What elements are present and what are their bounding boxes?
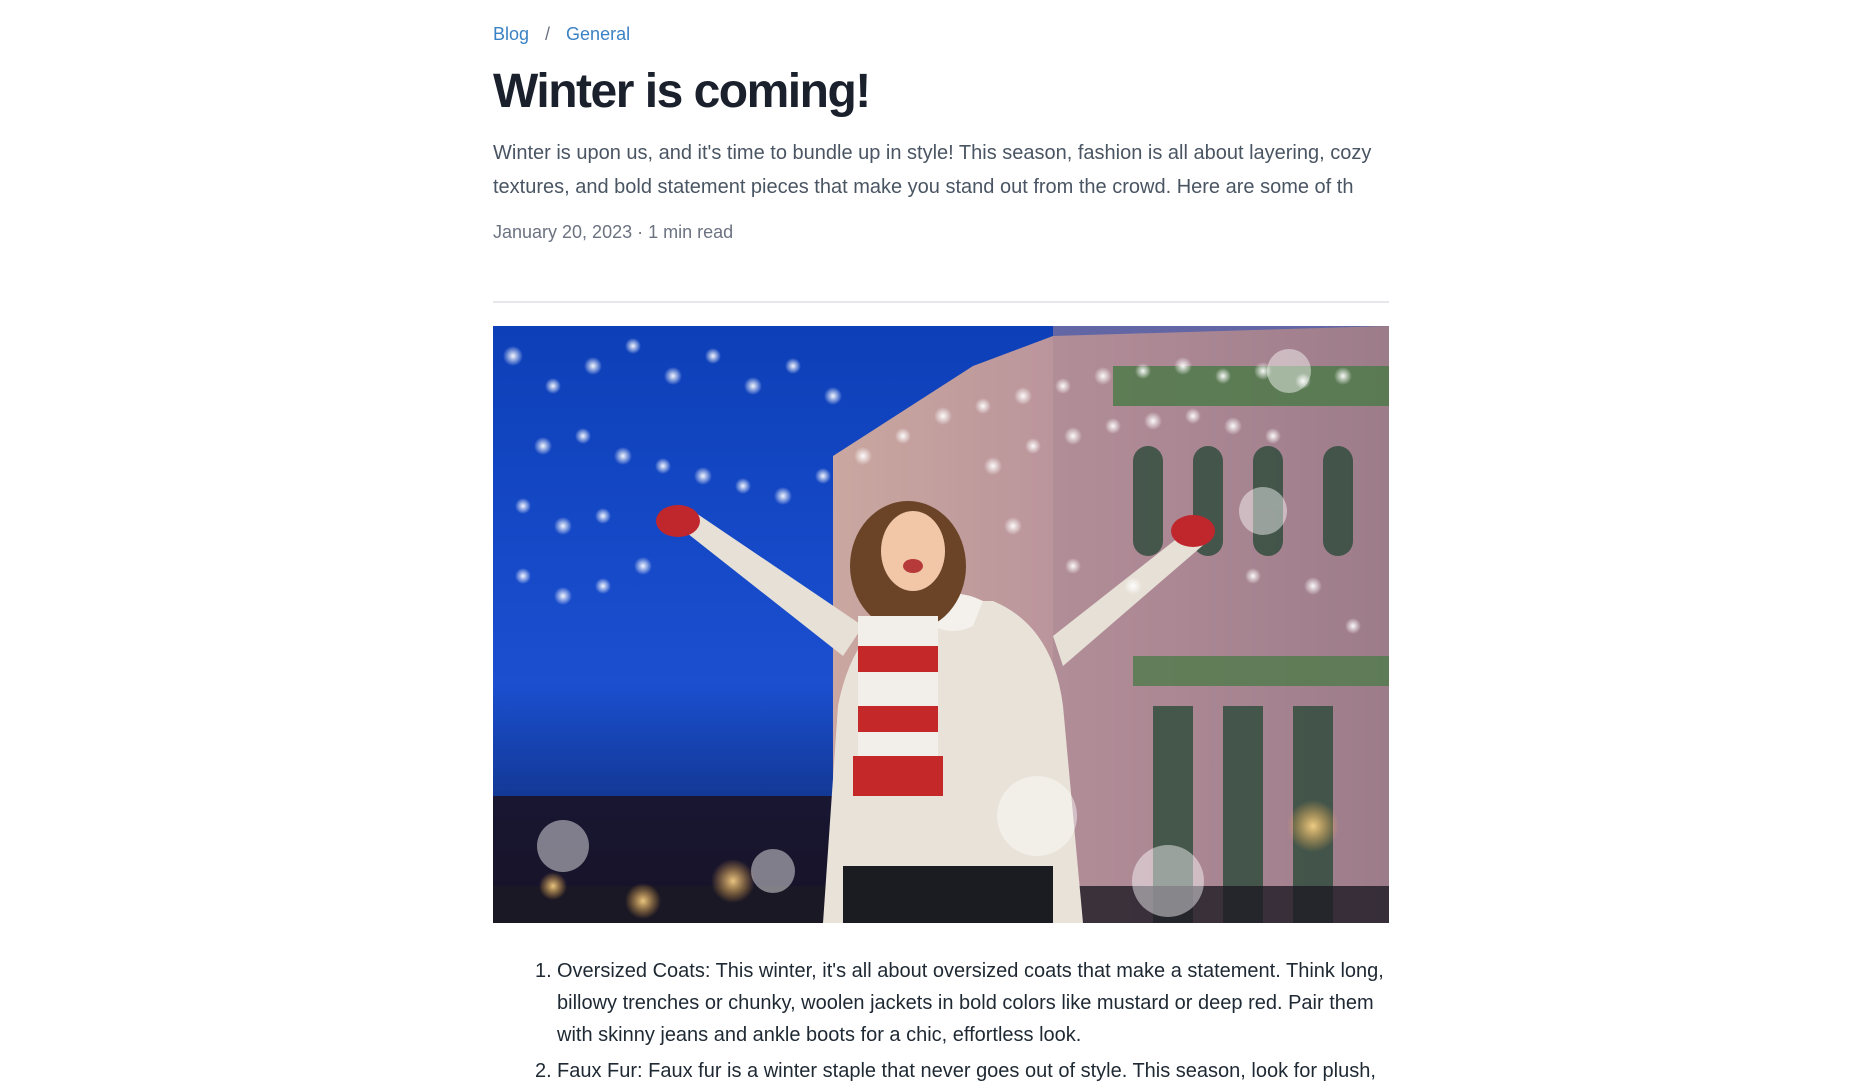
list-number: 2. xyxy=(535,1060,552,1082)
post-title: Winter is coming! xyxy=(493,65,871,118)
hero-image xyxy=(493,326,1389,923)
post-meta: January 20, 2023 · 1 min read xyxy=(493,222,733,243)
breadcrumb-link-general[interactable]: General xyxy=(566,24,630,45)
divider xyxy=(493,301,1389,303)
breadcrumb: Blog / General xyxy=(493,24,630,45)
list-item: 1. Oversized Coats: This winter, it's al… xyxy=(493,955,1389,1051)
post-date: January 20, 2023 xyxy=(493,222,633,242)
photo-image-icon xyxy=(493,326,1389,923)
breadcrumb-link-blog[interactable]: Blog xyxy=(493,24,529,45)
list-text: Oversized Coats: This winter, it's all a… xyxy=(557,960,1384,1046)
meta-separator: · xyxy=(637,222,644,242)
post-excerpt: Winter is upon us, and it's time to bund… xyxy=(493,142,1372,198)
post-content-list: 1. Oversized Coats: This winter, it's al… xyxy=(493,955,1389,1091)
list-item: 2. Faux Fur: Faux fur is a winter staple… xyxy=(493,1055,1389,1087)
breadcrumb-separator: / xyxy=(545,24,551,44)
list-text: Faux Fur: Faux fur is a winter staple th… xyxy=(557,1060,1376,1082)
list-number: 1. xyxy=(535,960,552,982)
post-read-time: 1 min read xyxy=(648,222,734,242)
